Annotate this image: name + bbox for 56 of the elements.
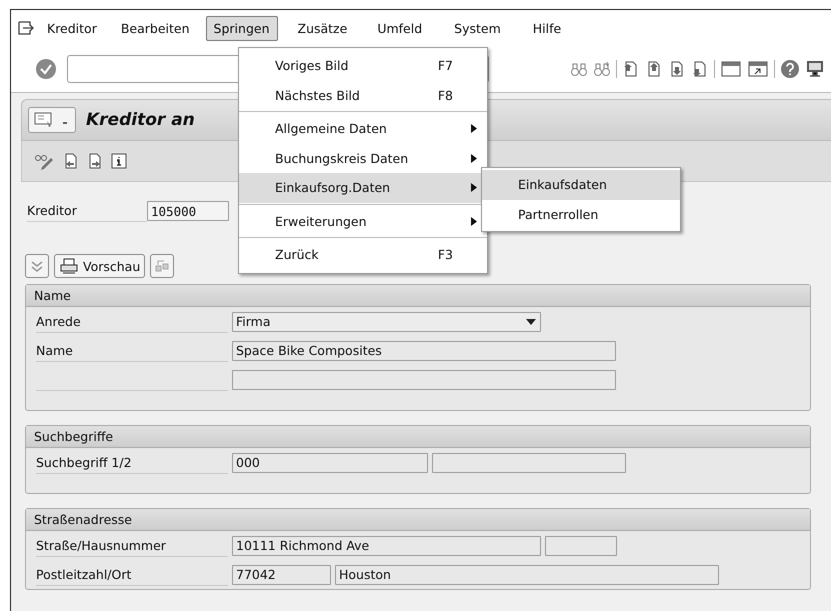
input-field[interactable]: Space Bike Composites bbox=[232, 340, 616, 360]
input-field[interactable] bbox=[432, 452, 626, 472]
expand-button[interactable] bbox=[25, 254, 49, 278]
menu-item[interactable]: Bearbeiten bbox=[112, 16, 198, 40]
binoculars-icon[interactable] bbox=[593, 60, 611, 78]
field-label: Suchbegriff 1/2 bbox=[36, 451, 228, 474]
printer-icon bbox=[59, 258, 79, 274]
check-icon[interactable] bbox=[35, 58, 57, 80]
menu-button[interactable] bbox=[28, 107, 76, 133]
window-icon[interactable] bbox=[720, 60, 742, 78]
input-field[interactable]: 10111 Richmond Ave bbox=[232, 536, 541, 556]
submenu-arrow-icon bbox=[471, 124, 477, 134]
input-field[interactable] bbox=[232, 370, 616, 390]
submenu-arrow-icon bbox=[471, 216, 477, 226]
shortcut-key: F7 bbox=[438, 58, 453, 74]
glasses-pencil-icon[interactable] bbox=[34, 152, 56, 170]
submenu-arrow-icon bbox=[471, 154, 477, 163]
field-label: Straße/Hausnummer bbox=[36, 534, 228, 557]
menu-item[interactable]: Zusätze bbox=[290, 16, 356, 40]
input-field[interactable]: 77042 bbox=[232, 564, 331, 584]
menu-option[interactable]: Einkaufsdaten bbox=[482, 170, 680, 200]
group-title: Suchbegriffe bbox=[34, 429, 114, 444]
screen-title: Kreditor an bbox=[86, 110, 195, 130]
menu-item[interactable]: Springen bbox=[206, 16, 278, 40]
input-field[interactable] bbox=[545, 536, 617, 556]
shortcut-key: F8 bbox=[438, 88, 453, 103]
double-chevron-icon bbox=[30, 259, 44, 273]
caret-down-icon bbox=[525, 318, 537, 326]
field-label: Postleitzahl/Ort bbox=[36, 563, 228, 586]
menu-option[interactable]: Voriges Bild F7 bbox=[239, 51, 487, 80]
layout-button[interactable] bbox=[150, 254, 174, 278]
dropdown[interactable]: Firma bbox=[232, 312, 541, 332]
menu-option[interactable]: Allgemeine Daten bbox=[239, 114, 487, 144]
shortcut-key: F3 bbox=[438, 247, 453, 262]
menu-item[interactable]: System bbox=[446, 16, 509, 40]
group-title: Name bbox=[34, 288, 71, 303]
monitor-icon[interactable] bbox=[805, 59, 825, 79]
submenu-arrow-icon bbox=[471, 183, 477, 192]
window-icon[interactable] bbox=[747, 60, 769, 78]
menu-option[interactable]: Zurück F3 bbox=[239, 240, 487, 270]
preview-button[interactable]: Vorschau bbox=[54, 254, 146, 278]
input-field[interactable]: 000 bbox=[232, 452, 428, 472]
help-icon[interactable] bbox=[780, 59, 800, 79]
info-icon[interactable] bbox=[110, 152, 128, 170]
group-title: Straßenadresse bbox=[34, 512, 132, 527]
field-label: Name bbox=[36, 339, 228, 362]
menu-item[interactable]: Kreditor bbox=[39, 16, 105, 40]
input-field[interactable]: 105000 bbox=[147, 201, 229, 221]
menu-option[interactable]: Buchungskreis Daten bbox=[239, 144, 487, 173]
input-field[interactable]: Houston bbox=[335, 564, 719, 584]
exit-icon[interactable] bbox=[17, 19, 35, 37]
menu-option[interactable]: Nächstes Bild F8 bbox=[239, 80, 487, 110]
menu-item[interactable]: Hilfe bbox=[524, 16, 570, 40]
field-label: Anrede bbox=[36, 310, 228, 333]
menu-item[interactable]: Umfeld bbox=[369, 16, 430, 40]
boxes-icon bbox=[155, 259, 170, 273]
